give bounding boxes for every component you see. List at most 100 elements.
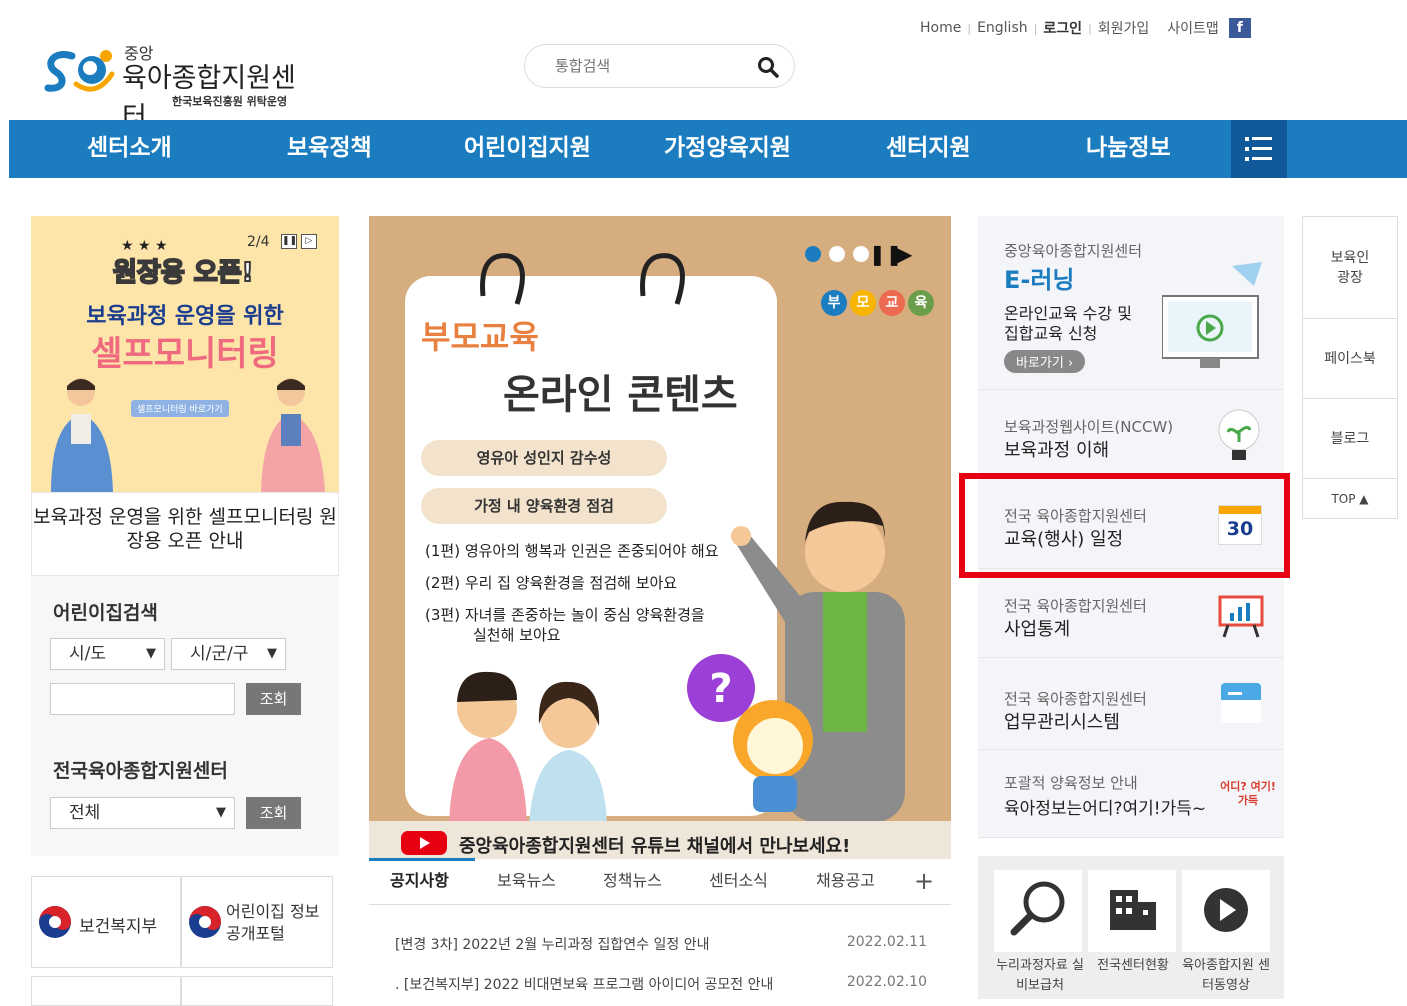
main-banner[interactable]: 부모교육 온라인 콘텐츠 영유아 성인지 감수성 가정 내 양육환경 점검 (1… bbox=[369, 216, 951, 821]
news-title[interactable]: [변경 3차] 2022년 2월 누리과정 집합연수 일정 안내 bbox=[395, 934, 709, 954]
banner-kicker: 부모교육 bbox=[421, 318, 539, 356]
next-icon[interactable]: ▷ bbox=[301, 234, 317, 249]
english-link[interactable]: English bbox=[977, 20, 1028, 36]
nav-center-intro[interactable]: 센터소개 bbox=[87, 120, 172, 178]
quick-nuri-materials[interactable] bbox=[994, 870, 1082, 952]
mascot-question-illustration: ? bbox=[687, 654, 813, 812]
slide-dot[interactable] bbox=[829, 246, 845, 262]
info-title: 육아정보는어디?여기!가득~ bbox=[1004, 799, 1207, 819]
search-input[interactable] bbox=[555, 55, 745, 77]
sitemap-link[interactable]: 사이트맵 bbox=[1167, 18, 1219, 38]
rail-teacher-plaza[interactable]: 보육인 광장 bbox=[1303, 217, 1397, 319]
site-logo[interactable]: 중앙 육아종합지원센터 한국보육진흥원 위탁운영 bbox=[40, 40, 310, 133]
news-date: 2022.02.11 bbox=[846, 934, 927, 950]
stats-small: 전국 육아종합지원센터 bbox=[1004, 597, 1147, 615]
search-icon[interactable] bbox=[756, 55, 780, 79]
nav-daycare-support[interactable]: 어린이집지원 bbox=[464, 120, 591, 178]
elearning-desc2: 집합교육 신청 bbox=[1004, 324, 1098, 343]
daycare-query-button[interactable]: 조회 bbox=[246, 683, 301, 715]
tab-recruitment[interactable]: 채용공고 bbox=[816, 859, 875, 905]
search-panel: 어린이집검색 시/도 ▼ 시/군/구 ▼ 조회 전국육아종합지원센터 전체 ▼ 조회 bbox=[31, 576, 339, 856]
system-title: 업무관리시스템 bbox=[1004, 712, 1120, 733]
more-button[interactable]: + bbox=[914, 859, 934, 905]
banner-title: 온라인 콘텐츠 bbox=[503, 372, 738, 418]
center-search-title: 전국육아종합지원센터 bbox=[53, 760, 228, 782]
mohw-link[interactable]: 보건복지부 bbox=[31, 876, 181, 968]
center-query-button[interactable]: 조회 bbox=[246, 797, 301, 829]
nav-home-parenting[interactable]: 가정양육지원 bbox=[664, 120, 791, 178]
left-banner[interactable]: 2/4 ❚❚ ▷ ★ ★ ★ 원장용 오픈! 보육과정 운영을 위한 셀프모니터… bbox=[31, 216, 339, 492]
partner-links: 보건복지부 어린이집 정보공개포털 bbox=[31, 876, 333, 1006]
right-rail: 보육인 광장 페이스북 블로그 TOP ▲ bbox=[1302, 216, 1398, 519]
tab-center-news[interactable]: 센터소식 bbox=[709, 859, 768, 905]
elearning-org: 중앙육아종합지원센터 bbox=[1004, 242, 1143, 260]
nav-childcare-policy[interactable]: 보육정책 bbox=[287, 120, 372, 178]
episode-3a: (3편) 자녀를 존중하는 놀이 중심 양육환경을 bbox=[425, 606, 705, 624]
nccw-small: 보육과정웹사이트(NCCW) bbox=[1004, 418, 1174, 436]
quick-center-video[interactable] bbox=[1182, 870, 1270, 952]
signup-link[interactable]: 회원가입 bbox=[1098, 18, 1150, 38]
play-circle-icon bbox=[1204, 888, 1248, 932]
center-select[interactable]: 전체 ▼ bbox=[50, 797, 235, 829]
elearning-go-button[interactable]: 바로가기 › bbox=[1004, 350, 1086, 373]
rail-facebook[interactable]: 페이스북 bbox=[1303, 319, 1397, 399]
pause-icon[interactable]: ❚❚ bbox=[281, 234, 297, 249]
daycare-name-input[interactable] bbox=[50, 683, 235, 715]
tab-notice[interactable]: 공지사항 bbox=[390, 859, 449, 905]
rail-blog[interactable]: 블로그 bbox=[1303, 399, 1397, 479]
nav-sharing-info[interactable]: 나눔정보 bbox=[1086, 120, 1171, 178]
play-icon[interactable]: ▶ bbox=[897, 242, 912, 266]
banner-line2: 셀프모니터링 bbox=[91, 334, 279, 374]
episode-2: (2편) 우리 집 양육환경을 점검해 보아요 bbox=[425, 574, 678, 592]
quick-center-status[interactable] bbox=[1088, 870, 1176, 952]
notice-tabs: 공지사항 보육뉴스 정책뉴스 센터소식 채용공고 + bbox=[369, 858, 951, 905]
chevron-down-icon: ▼ bbox=[216, 805, 226, 820]
login-link[interactable]: 로그인 bbox=[1043, 18, 1082, 38]
logo-subtitle: 한국보육진흥원 위탁운영 bbox=[172, 95, 288, 108]
sido-select[interactable]: 시/도 ▼ bbox=[50, 638, 165, 670]
window-app-icon bbox=[1221, 683, 1261, 723]
sigungu-select[interactable]: 시/군/구 ▼ bbox=[171, 638, 286, 670]
stats-box[interactable]: 전국 육아종합지원센터 사업통계 bbox=[978, 569, 1284, 658]
highlight-box bbox=[959, 473, 1290, 578]
pill-home-environment: 가정 내 양육환경 점검 bbox=[421, 488, 667, 524]
slide-dot-active[interactable] bbox=[805, 246, 821, 262]
episode-1: (1편) 영유아의 행복과 인권은 존중되어야 해요 bbox=[425, 542, 719, 560]
nav-center-support[interactable]: 센터지원 bbox=[886, 120, 971, 178]
pill-gender-sensitivity: 영유아 성인지 감수성 bbox=[421, 440, 667, 476]
work-system-box[interactable]: 전국 육아종합지원센터 업무관리시스템 bbox=[978, 658, 1284, 750]
parent-edu-badge: 부 모 교 육 bbox=[821, 290, 934, 316]
partner-link-row2-b[interactable] bbox=[181, 976, 333, 1006]
teacher-illustration-right bbox=[261, 378, 325, 492]
quick-label-nuri: 누리과정자료 실비보급처 bbox=[996, 958, 1084, 993]
building-icon bbox=[1110, 890, 1156, 930]
teacher-illustration-left bbox=[51, 378, 113, 492]
left-banner-caption[interactable]: 보육과정 운영을 위한 셀프모니터링 원장용 오픈 안내 bbox=[31, 492, 339, 576]
slide-dot[interactable] bbox=[853, 246, 869, 262]
chevron-down-icon: ▼ bbox=[267, 646, 277, 661]
facebook-icon[interactable]: f bbox=[1228, 18, 1251, 38]
chart-board-icon bbox=[1218, 595, 1264, 638]
tab-policy-news[interactable]: 정책뉴스 bbox=[603, 859, 662, 905]
elearning-title: E-러닝 bbox=[1004, 266, 1075, 294]
parents-illustration bbox=[449, 671, 607, 821]
news-title[interactable]: . [보건복지부] 2022 비대면보육 프로그램 아이디어 공모전 안내 bbox=[395, 974, 773, 994]
korea-emblem-icon bbox=[189, 906, 221, 938]
parenting-info-box[interactable]: 포괄적 양육정보 안내 육아정보는어디?여기!가득~ 어디? 여기! 가득 bbox=[978, 750, 1284, 838]
home-link[interactable]: Home bbox=[920, 20, 961, 36]
partner-link-row2-a[interactable] bbox=[31, 976, 181, 1006]
nccw-box[interactable]: 보육과정웹사이트(NCCW) 보육과정 이해 bbox=[978, 390, 1284, 479]
all-menu-button[interactable] bbox=[1231, 120, 1287, 178]
mohw-label: 보건복지부 bbox=[79, 917, 158, 937]
news-item[interactable]: [변경 3차] 2022년 2월 누리과정 집합연수 일정 안내 2022.02… bbox=[369, 934, 951, 956]
elearning-box[interactable]: 중앙육아종합지원센터 E-러닝 온라인교육 수강 및 집합교육 신청 바로가기 … bbox=[978, 216, 1284, 390]
daycare-disclosure-link[interactable]: 어린이집 정보공개포털 bbox=[181, 876, 333, 968]
daycare-disclosure-label: 어린이집 정보공개포털 bbox=[226, 902, 320, 943]
news-item[interactable]: . [보건복지부] 2022 비대면보육 프로그램 아이디어 공모전 안내 20… bbox=[369, 974, 951, 996]
self-monitoring-button[interactable]: 셀프모니터링 바로가기 bbox=[131, 400, 229, 417]
youtube-bar[interactable]: 중앙육아종합지원센터 유튜브 채널에서 만나보세요! bbox=[369, 821, 951, 859]
tab-childcare-news[interactable]: 보육뉴스 bbox=[497, 859, 556, 905]
episode-3b: 실천해 보아요 bbox=[473, 626, 561, 644]
rail-top-button[interactable]: TOP ▲ bbox=[1303, 479, 1397, 519]
banner-open-title: 원장용 오픈! bbox=[112, 257, 255, 289]
